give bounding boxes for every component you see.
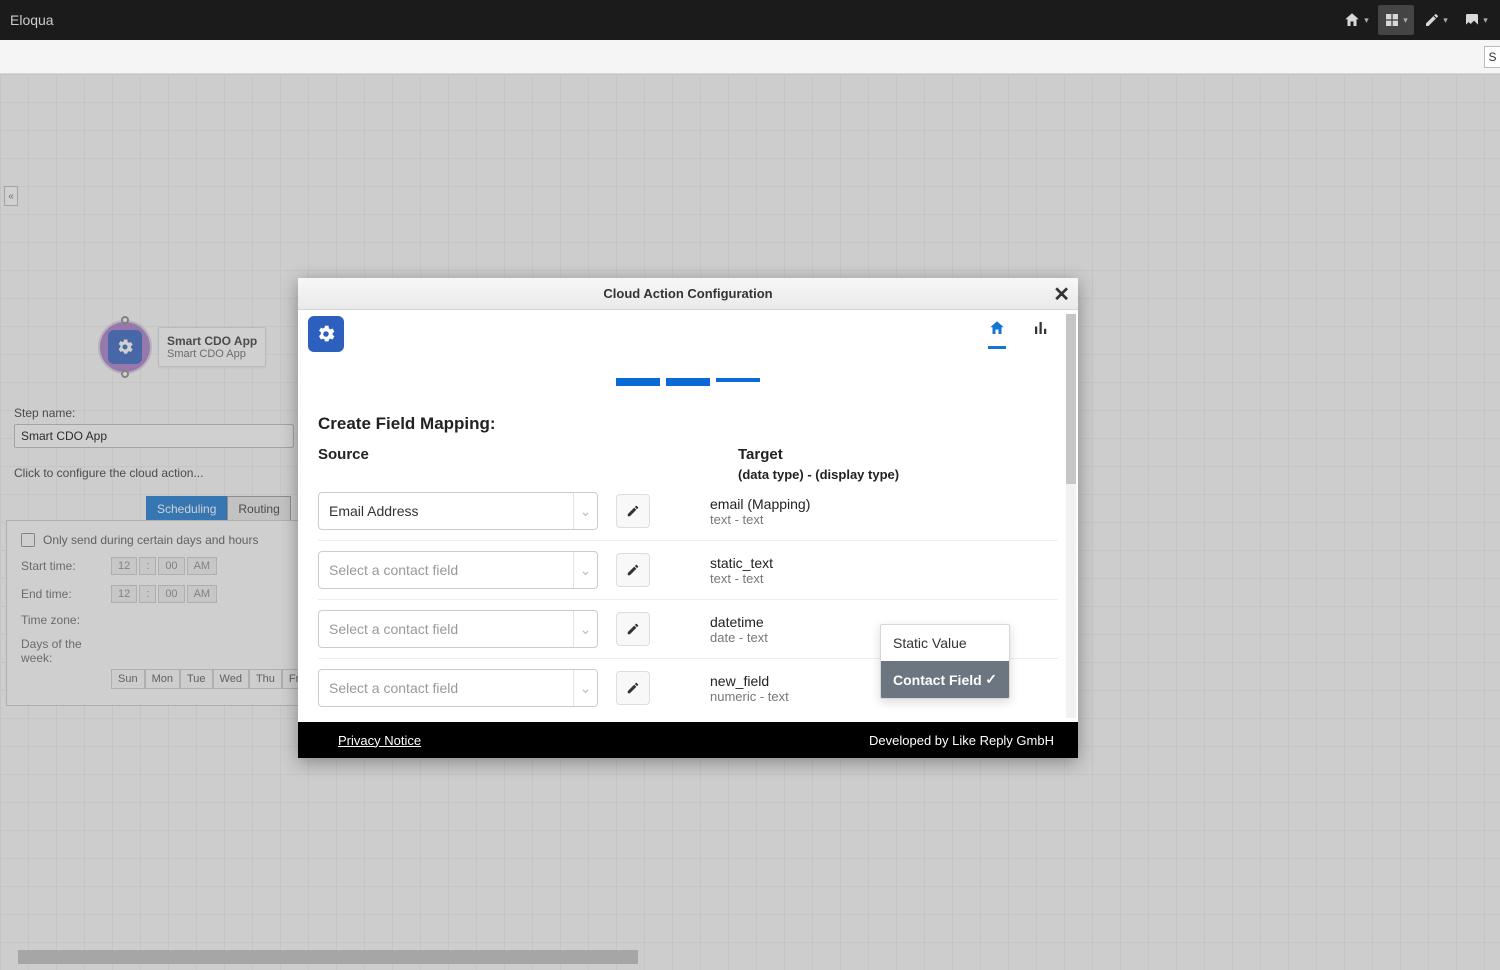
modal-scrollbar[interactable]: [1066, 314, 1076, 718]
column-headers: Source Target (data type) - (display typ…: [318, 446, 1058, 482]
chart-icon[interactable]: [1032, 319, 1050, 349]
app-logo-icon: [308, 316, 344, 352]
source-select-2[interactable]: Select a contact field⌄: [318, 610, 598, 648]
target-header: Target: [738, 446, 1058, 463]
target-subheader: (data type) - (display type): [738, 467, 1058, 482]
chevron-down-icon: ⌄: [573, 670, 597, 706]
modal-header: Cloud Action Configuration ✕: [298, 278, 1078, 310]
topbar: Eloqua ▾ ▾ ▾ ▾: [0, 0, 1500, 40]
target-3: new_field numeric - text: [710, 673, 789, 704]
edit-button-0[interactable]: [616, 494, 650, 528]
credit-text: Developed by Like Reply GmbH: [869, 733, 1054, 748]
source-select-3[interactable]: Select a contact field⌄: [318, 669, 598, 707]
target-1: static_text text - text: [710, 555, 773, 586]
stepper: [298, 378, 1078, 386]
topbar-icons: ▾ ▾ ▾ ▾: [1338, 0, 1494, 40]
modal-title: Cloud Action Configuration: [603, 286, 772, 301]
step-3[interactable]: [716, 378, 760, 382]
check-icon: ✓: [985, 671, 997, 688]
edit-icon[interactable]: ▾: [1418, 5, 1454, 35]
secondary-bar: S: [0, 40, 1500, 74]
chevron-down-icon: ⌄: [573, 493, 597, 529]
modal-body: Create Field Mapping: Source Target (dat…: [298, 310, 1078, 722]
mapping-row-0: Email Address⌄ email (Mapping) text - te…: [318, 482, 1058, 541]
close-icon[interactable]: ✕: [1053, 282, 1070, 307]
popover-static-value[interactable]: Static Value: [881, 625, 1009, 661]
modal: Cloud Action Configuration ✕: [298, 278, 1078, 758]
privacy-link[interactable]: Privacy Notice: [338, 733, 421, 748]
canvas: « Smart CDO App Smart CDO App Step name:…: [0, 74, 1500, 970]
app-header: [298, 310, 1078, 352]
modal-home-icon[interactable]: [988, 319, 1006, 349]
mapping-row-1: Select a contact field⌄ static_text text…: [318, 541, 1058, 600]
grid-icon[interactable]: ▾: [1378, 5, 1414, 35]
edit-button-1[interactable]: [616, 553, 650, 587]
step-1[interactable]: [616, 378, 660, 386]
target-0: email (Mapping) text - text: [710, 496, 810, 527]
edit-button-2[interactable]: [616, 612, 650, 646]
brand: Eloqua: [10, 12, 54, 28]
source-select-1[interactable]: Select a contact field⌄: [318, 551, 598, 589]
source-select-0[interactable]: Email Address⌄: [318, 492, 598, 530]
image-icon[interactable]: ▾: [1458, 5, 1494, 35]
field-type-popover: Static Value Contact Field ✓: [880, 624, 1010, 699]
target-2: datetime date - text: [710, 614, 768, 645]
home-icon[interactable]: ▾: [1338, 5, 1374, 35]
step-2[interactable]: [666, 378, 710, 386]
edit-button-3[interactable]: [616, 671, 650, 705]
modal-footer: Privacy Notice Developed by Like Reply G…: [298, 722, 1078, 758]
chevron-down-icon: ⌄: [573, 552, 597, 588]
source-header: Source: [318, 446, 718, 463]
modal-nav-icons: [988, 319, 1050, 349]
right-stub[interactable]: S: [1484, 46, 1500, 68]
popover-contact-field[interactable]: Contact Field ✓: [881, 661, 1009, 698]
section-title: Create Field Mapping:: [318, 414, 1078, 434]
chevron-down-icon: ⌄: [573, 611, 597, 647]
